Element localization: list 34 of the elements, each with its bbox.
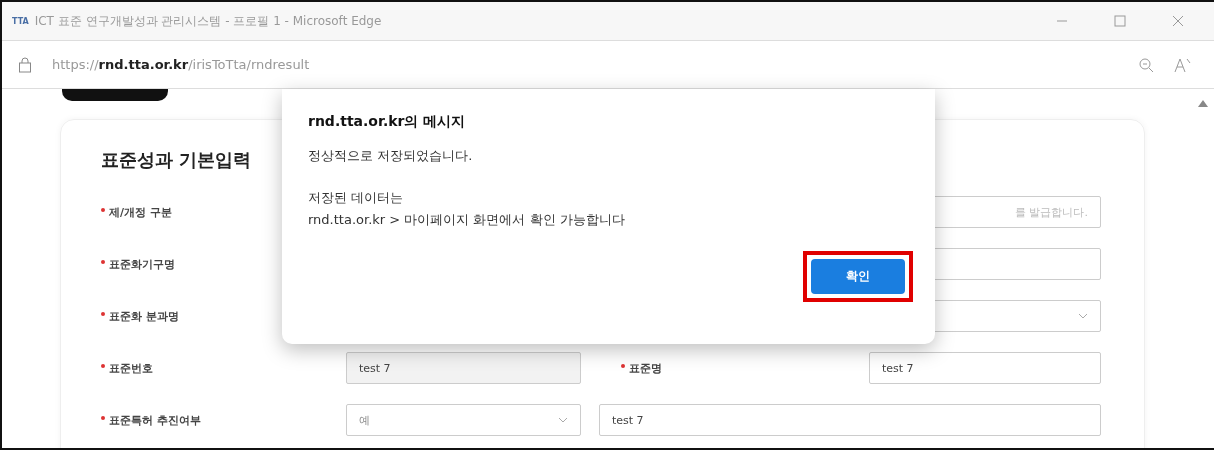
app-name-text: TTA — [12, 16, 29, 26]
ok-button[interactable]: 확인 — [811, 259, 905, 294]
field-label: 표준특허 추진여부 — [101, 412, 201, 428]
select-field[interactable]: 예 — [346, 404, 581, 436]
required-dot — [101, 415, 105, 420]
chevron-down-icon — [558, 417, 568, 423]
read-aloud-icon[interactable] — [1174, 56, 1192, 73]
window-title: ICT 표준 연구개발성과 관리시스템 - 프로필 1 - Microsoft Edge — [34, 12, 383, 30]
field-label: 표준명 — [599, 360, 662, 376]
section-heading: 표준성과 기본입력 — [101, 148, 252, 172]
input-field[interactable]: test 7 — [599, 404, 1101, 436]
maximize-icon[interactable] — [1114, 15, 1126, 27]
chevron-down-icon — [1078, 313, 1088, 319]
input-field[interactable]: test 7 — [869, 352, 1101, 384]
dark-button[interactable] — [62, 89, 168, 101]
required-dot — [101, 311, 105, 316]
lock-icon — [18, 56, 32, 73]
required-dot — [101, 259, 105, 264]
required-dot — [621, 363, 625, 368]
field-label: 표준화기구명 — [101, 256, 175, 272]
input-field[interactable]: test 7 — [346, 352, 581, 384]
dialog-message: rnd.tta.or.kr > 마이페이지 화면에서 확인 가능합니다 — [308, 211, 626, 229]
dialog-title: rnd.tta.or.kr의 메시지 — [308, 113, 467, 131]
close-icon[interactable] — [1172, 15, 1184, 27]
required-dot — [101, 363, 105, 368]
field-label: 제/개정 구분 — [101, 204, 172, 220]
address-field[interactable]: https://rnd.tta.or.kr/irisToTta/rndresult — [52, 57, 1118, 72]
zoom-out-icon[interactable] — [1138, 56, 1154, 73]
required-dot — [101, 207, 105, 212]
dialog-message: 정상적으로 저장되었습니다. — [308, 147, 474, 165]
scroll-up-icon[interactable] — [1198, 99, 1208, 107]
field-label: 표준화 분과명 — [101, 308, 179, 324]
field-label: 표준번호 — [101, 360, 153, 376]
dialog-message: 저장된 데이터는 — [308, 189, 405, 207]
